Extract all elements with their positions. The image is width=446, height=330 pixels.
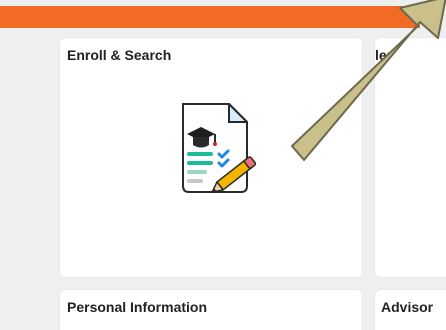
- advisor-tile[interactable]: Advisor: [375, 290, 446, 330]
- tile-title-enroll-search: Enroll & Search: [67, 47, 172, 63]
- header-accent-bar: [0, 6, 420, 28]
- tile-title-advisor: Advisor: [381, 299, 434, 315]
- screen: Enroll & Search ler Personal Information…: [0, 0, 446, 330]
- tile-title-personal-information: Personal Information: [67, 299, 208, 315]
- partial-tile-top-right[interactable]: ler: [375, 38, 446, 277]
- enroll-document-icon: [165, 98, 265, 198]
- personal-information-tile[interactable]: Personal Information: [60, 290, 362, 330]
- enroll-search-tile[interactable]: Enroll & Search: [60, 38, 362, 277]
- tile-title-partial-top: ler: [375, 47, 393, 63]
